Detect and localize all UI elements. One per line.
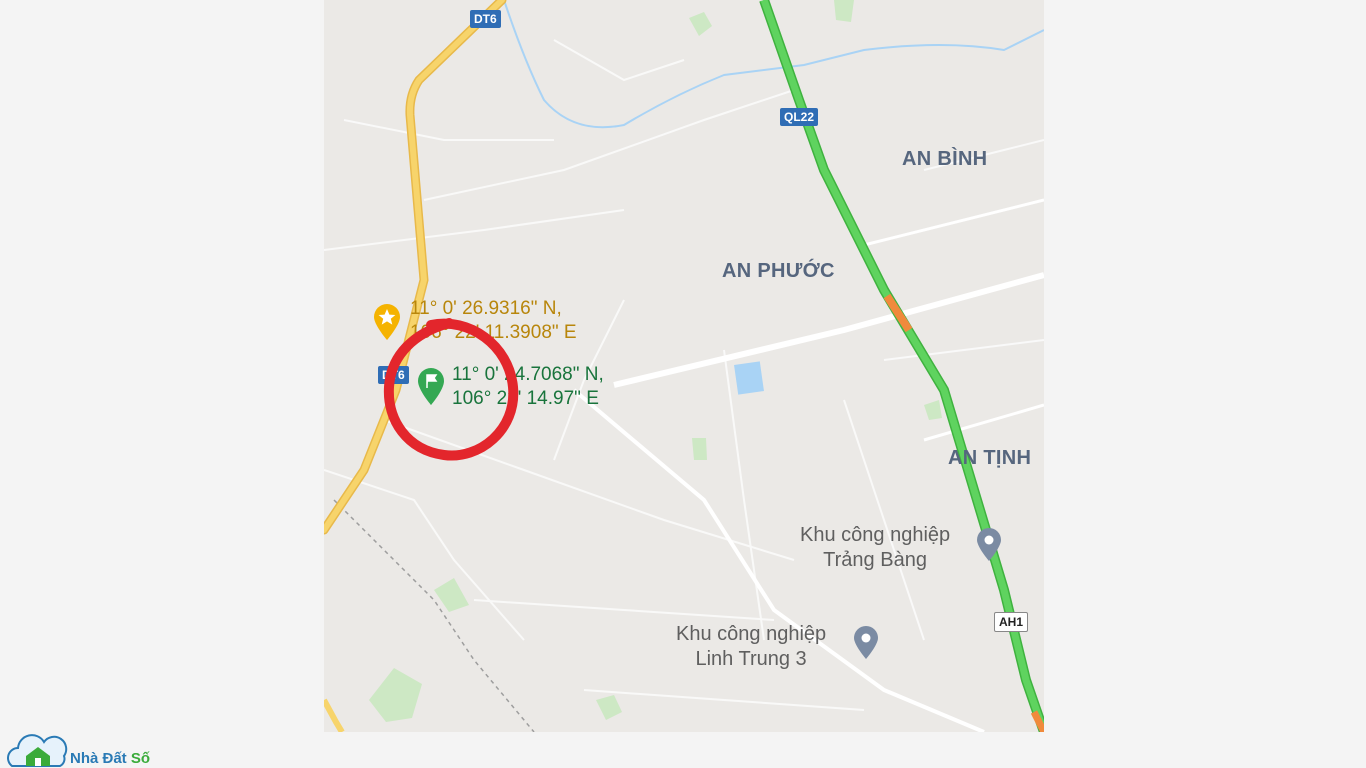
- poi-label-trang-bang[interactable]: Khu công nghiệp Trảng Bàng: [800, 523, 950, 573]
- place-pin-icon[interactable]: [853, 626, 879, 660]
- house-cloud-logo-icon: [7, 734, 68, 767]
- area-label-an-phuoc: AN PHƯỚC: [722, 260, 835, 282]
- road-shield-ah1: AH1: [994, 612, 1029, 632]
- red-circle-annotation: [383, 318, 519, 461]
- road-shield-ql22: QL22: [780, 108, 819, 126]
- place-pin-icon[interactable]: [976, 528, 1002, 562]
- brand-name: Nhà Đất Số: [70, 750, 151, 767]
- poi-label-linh-trung-3[interactable]: Khu công nghiệp Linh Trung 3: [676, 622, 826, 672]
- map-view[interactable]: DT6 QL22 DT6 AH1 AN BÌNH AN PHƯỚC AN TỊN…: [324, 0, 1044, 732]
- road-shield-dt6-top: DT6: [470, 10, 501, 28]
- area-label-an-binh: AN BÌNH: [902, 148, 988, 170]
- area-label-an-tinh: AN TỊNH: [948, 447, 1032, 469]
